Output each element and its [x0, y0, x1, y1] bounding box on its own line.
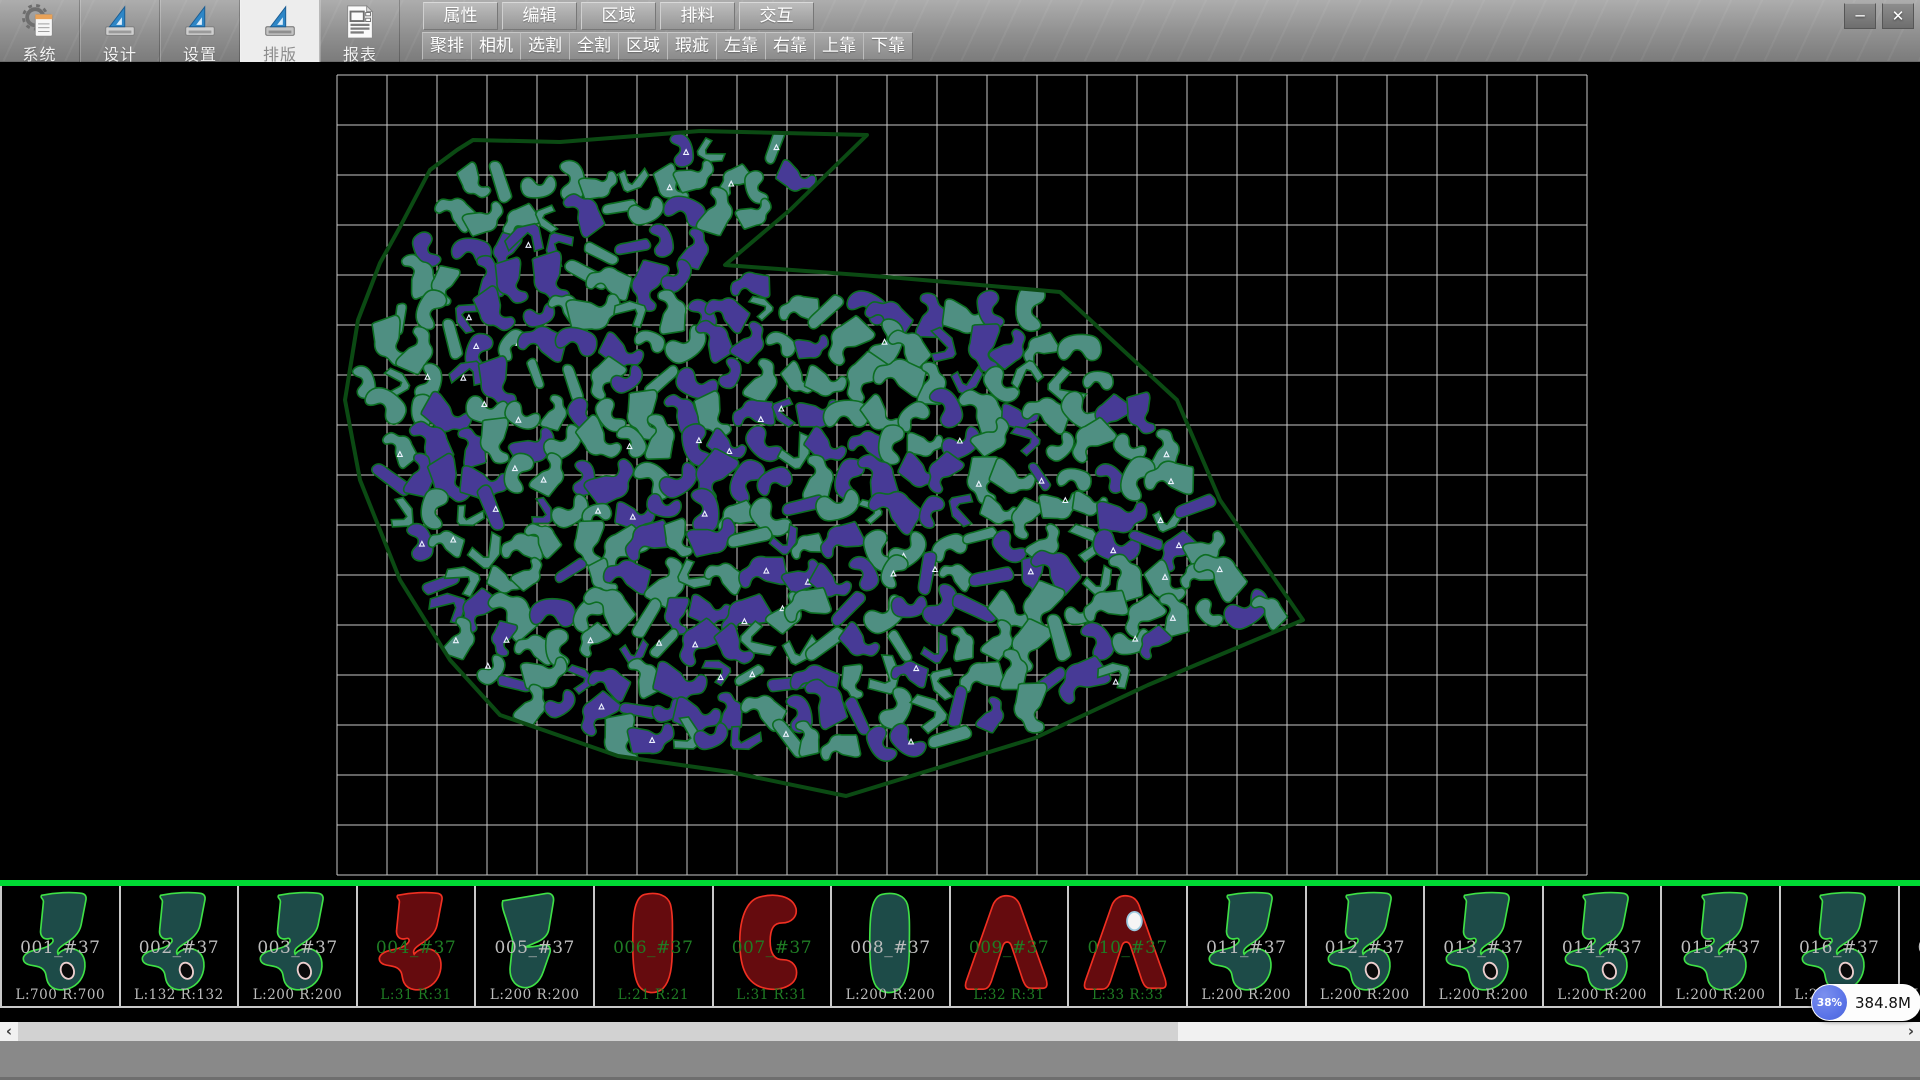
- tray-scrollbar[interactable]: ‹ ›: [0, 1022, 1920, 1041]
- part-thumbnail-002[interactable]: 002_#37 L:132 R:132: [121, 886, 240, 1006]
- settings-ruler-icon: [161, 3, 239, 41]
- main-tab-1[interactable]: 系统: [0, 0, 80, 62]
- tool-button-2[interactable]: 相机: [471, 32, 521, 60]
- recording-overlay-badge[interactable]: 38% 384.8M: [1811, 984, 1920, 1021]
- part-id-label: 001_#37: [2, 938, 119, 958]
- tool-button-3[interactable]: 选割: [520, 32, 570, 60]
- percent-circle: 38%: [1812, 985, 1847, 1020]
- part-lr-count: L:200 R:200: [832, 987, 949, 1003]
- part-thumbnail-013[interactable]: 013_#37 L:200 R:200: [1425, 886, 1544, 1006]
- status-strip: [0, 1041, 1920, 1080]
- part-lr-count: L:200 R:200: [1544, 987, 1661, 1003]
- part-lr-count: L:31 R:31: [714, 987, 831, 1003]
- part-thumbnail-015[interactable]: 015_#37 L:200 R:200: [1662, 886, 1781, 1006]
- minimize-button[interactable]: ─: [1844, 3, 1876, 29]
- nest-layout-svg: [0, 62, 1920, 880]
- part-lr-count: L:200 R:200: [239, 987, 356, 1003]
- part-lr-count: L:200 R:200: [1425, 987, 1542, 1003]
- part-id-label: 008_#37: [832, 938, 949, 958]
- part-thumbnail-008[interactable]: 008_#37 L:200 R:200: [832, 886, 951, 1006]
- main-tab-4[interactable]: 排版: [240, 0, 320, 62]
- part-thumbnail-014[interactable]: 014_#37 L:200 R:200: [1544, 886, 1663, 1006]
- part-lr-count: L:21 R:21: [595, 987, 712, 1003]
- part-id-label: 014_#37: [1544, 938, 1661, 958]
- nesting-ruler-icon: [241, 3, 319, 41]
- window-controls: ─✕: [1844, 3, 1914, 29]
- menu-button-3[interactable]: 区域: [581, 2, 656, 30]
- nesting-canvas[interactable]: [0, 62, 1920, 880]
- tray-bottom-gap: [0, 1008, 1920, 1022]
- part-thumbnail-010[interactable]: 010_#37 L:33 R:33: [1069, 886, 1188, 1006]
- part-lr-count: L:200 R:200: [1307, 987, 1424, 1003]
- report-icon: [321, 3, 399, 41]
- part-id-label: 004_#37: [358, 938, 475, 958]
- design-ruler-icon: [81, 3, 159, 41]
- part-lr-count: L:700 R:700: [2, 987, 119, 1003]
- ribbon-toolbar: 系统设计设置排版报表 属性编辑区域排料交互 聚排相机选割全割区域瑕疵左靠右靠上靠…: [0, 0, 1920, 62]
- part-thumbnail-004[interactable]: 004_#37 L:31 R:31: [358, 886, 477, 1006]
- part-thumbnail-001[interactable]: 001_#37 L:700 R:700: [2, 886, 121, 1006]
- part-lr-count: L:31 R:31: [358, 987, 475, 1003]
- part-thumbnail-011[interactable]: 011_#37 L:200 R:200: [1188, 886, 1307, 1006]
- part-id-label: 012_#37: [1307, 938, 1424, 958]
- tool-button-4[interactable]: 全割: [569, 32, 619, 60]
- part-id-label: 009_#37: [951, 938, 1068, 958]
- part-lr-count: L:200 R:200: [1188, 987, 1305, 1003]
- part-thumbnail-003[interactable]: 003_#37 L:200 R:200: [239, 886, 358, 1006]
- part-thumbnail-009[interactable]: 009_#37 L:32 R:31: [951, 886, 1070, 1006]
- main-tab-2[interactable]: 设计: [80, 0, 160, 62]
- tool-button-1[interactable]: 聚排: [422, 32, 472, 60]
- part-lr-count: L:32 R:31: [951, 987, 1068, 1003]
- menu-button-5[interactable]: 交互: [739, 2, 814, 30]
- part-lr-count: L:33 R:33: [1069, 987, 1186, 1003]
- part-id-label: 015_#37: [1662, 938, 1779, 958]
- menu-row: 属性编辑区域排料交互: [423, 2, 814, 30]
- tool-button-8[interactable]: 右靠: [765, 32, 815, 60]
- part-id-label: 005_#37: [476, 938, 593, 958]
- main-tab-5[interactable]: 报表: [320, 0, 400, 62]
- part-id-label: 016_#37: [1781, 938, 1898, 958]
- part-lr-count: L:200 R:200: [1662, 987, 1779, 1003]
- part-id-label: 011_#37: [1188, 938, 1305, 958]
- tool-button-10[interactable]: 下靠: [863, 32, 913, 60]
- parts-tray[interactable]: 001_#37L:700 R:700002_#37L:132 R:132003_…: [0, 886, 1920, 1008]
- part-id-label: 002_#37: [121, 938, 238, 958]
- menu-button-1[interactable]: 属性: [423, 2, 498, 30]
- tool-button-9[interactable]: 上靠: [814, 32, 864, 60]
- part-thumbnail-006[interactable]: 006_#37 L:21 R:21: [595, 886, 714, 1006]
- scrollbar-thumb[interactable]: [18, 1022, 1178, 1041]
- tool-button-5[interactable]: 区域: [618, 32, 668, 60]
- part-thumbnail-012[interactable]: 012_#37 L:200 R:200: [1307, 886, 1426, 1006]
- part-id-label: 013_#37: [1425, 938, 1542, 958]
- main-tab-3[interactable]: 设置: [160, 0, 240, 62]
- part-id-label: 007_#37: [714, 938, 831, 958]
- memory-label: 384.8M: [1855, 994, 1911, 1012]
- tool-button-7[interactable]: 左靠: [716, 32, 766, 60]
- close-button[interactable]: ✕: [1882, 3, 1914, 29]
- menu-button-4[interactable]: 排料: [660, 2, 735, 30]
- part-lr-count: L:200 R:200: [476, 987, 593, 1003]
- part-id-label: 003_#37: [239, 938, 356, 958]
- main-tabs: 系统设计设置排版报表: [0, 0, 400, 62]
- scroll-left-arrow[interactable]: ‹: [0, 1022, 18, 1041]
- part-id-label: 010_#37: [1069, 938, 1186, 958]
- tool-row: 聚排相机选割全割区域瑕疵左靠右靠上靠下靠: [422, 32, 912, 60]
- system-gear-icon: [0, 3, 79, 41]
- tool-button-6[interactable]: 瑕疵: [667, 32, 717, 60]
- part-id-label: 006_#37: [595, 938, 712, 958]
- menu-button-2[interactable]: 编辑: [502, 2, 577, 30]
- scroll-right-arrow[interactable]: ›: [1902, 1022, 1920, 1041]
- part-lr-count: L:132 R:132: [121, 987, 238, 1003]
- part-thumbnail-007[interactable]: 007_#37 L:31 R:31: [714, 886, 833, 1006]
- part-thumbnail-005[interactable]: 005_#37 L:200 R:200: [476, 886, 595, 1006]
- part-id-label: 017_#37: [1900, 938, 1920, 958]
